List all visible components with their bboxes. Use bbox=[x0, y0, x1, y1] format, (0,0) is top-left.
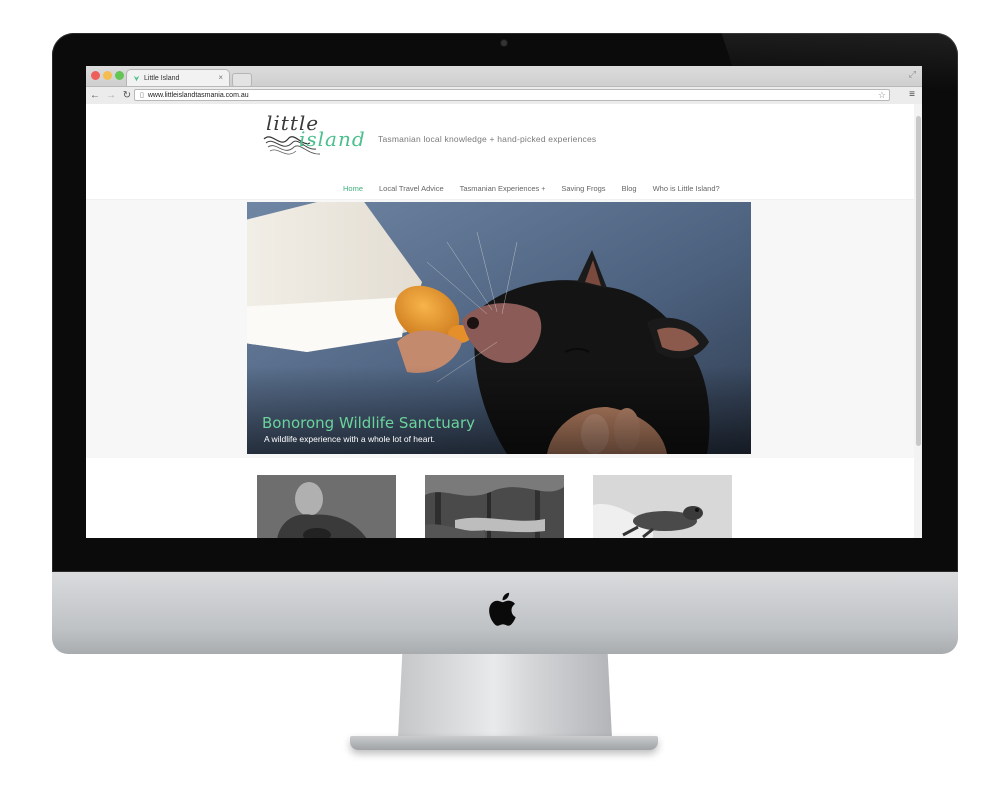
site-tagline: Tasmanian local knowledge + hand-picked … bbox=[378, 134, 597, 144]
main-nav: Home Local Travel Advice Tasmanian Exper… bbox=[335, 184, 728, 193]
tab-close-icon[interactable]: × bbox=[218, 73, 223, 82]
nav-who-is-little-island[interactable]: Who is Little Island? bbox=[645, 184, 728, 193]
screen: Little Island × ⤢ ← → ↻ ▯ www.littleisla… bbox=[86, 66, 922, 538]
resize-icon[interactable]: ⤢ bbox=[909, 69, 916, 80]
page-icon: ▯ bbox=[140, 92, 144, 99]
browser-toolbar: ← → ↻ ▯ www.littleislandtasmania.com.au … bbox=[86, 87, 922, 105]
browser-tabbar: Little Island × ⤢ bbox=[86, 66, 922, 87]
nav-local-travel-advice[interactable]: Local Travel Advice bbox=[371, 184, 452, 193]
thumbnail-ranger[interactable] bbox=[257, 475, 396, 538]
apple-logo-icon bbox=[489, 592, 516, 626]
tab-title: Little Island bbox=[144, 74, 180, 82]
window-controls bbox=[91, 71, 124, 80]
imac-stand-base bbox=[350, 736, 658, 750]
thumbnail-frog[interactable] bbox=[593, 475, 732, 538]
thumbnail-frog-image bbox=[593, 475, 732, 538]
forward-icon[interactable]: → bbox=[104, 90, 118, 101]
nav-tasmanian-experiences-label: Tasmanian Experiences bbox=[459, 184, 540, 193]
close-window-button[interactable] bbox=[91, 71, 100, 80]
address-bar[interactable]: ▯ www.littleislandtasmania.com.au ☆ bbox=[134, 89, 890, 101]
thumbnail-ranger-image bbox=[257, 475, 396, 538]
logo-word-island: island bbox=[299, 127, 366, 151]
hero-title[interactable]: Bonorong Wildlife Sanctuary bbox=[262, 414, 475, 432]
camera-icon bbox=[501, 40, 507, 46]
nav-saving-frogs[interactable]: Saving Frogs bbox=[553, 184, 613, 193]
page-viewport: little island Tasmanian local knowledge … bbox=[86, 104, 922, 538]
zoom-window-button[interactable] bbox=[115, 71, 124, 80]
site-logo[interactable]: little island bbox=[262, 109, 365, 161]
nav-tasmanian-experiences[interactable]: Tasmanian Experiences + bbox=[452, 184, 554, 193]
nav-blog[interactable]: Blog bbox=[614, 184, 645, 193]
thumbnail-rainforest-image bbox=[425, 475, 564, 538]
url-text: www.littleislandtasmania.com.au bbox=[147, 91, 249, 99]
scrollbar-thumb[interactable] bbox=[916, 116, 921, 446]
reload-icon[interactable]: ↻ bbox=[120, 90, 134, 101]
favicon-icon bbox=[133, 75, 140, 81]
minimize-window-button[interactable] bbox=[103, 71, 112, 80]
imac-stand bbox=[398, 654, 612, 738]
nav-home[interactable]: Home bbox=[335, 184, 371, 193]
submenu-plus-icon: + bbox=[541, 186, 546, 193]
browser-tab[interactable]: Little Island × bbox=[126, 69, 230, 86]
new-tab-button[interactable] bbox=[232, 73, 252, 87]
star-icon[interactable]: ☆ bbox=[878, 90, 886, 101]
site-header: little island Tasmanian local knowledge … bbox=[86, 104, 922, 200]
menu-icon[interactable]: ≡ bbox=[909, 89, 915, 100]
page-scrollbar[interactable] bbox=[914, 104, 922, 538]
back-icon[interactable]: ← bbox=[88, 90, 102, 101]
thumbnail-rainforest[interactable] bbox=[425, 475, 564, 538]
hero-subtitle: A wildlife experience with a whole lot o… bbox=[264, 434, 436, 444]
hero-slide[interactable]: Bonorong Wildlife Sanctuary A wildlife e… bbox=[247, 202, 751, 454]
